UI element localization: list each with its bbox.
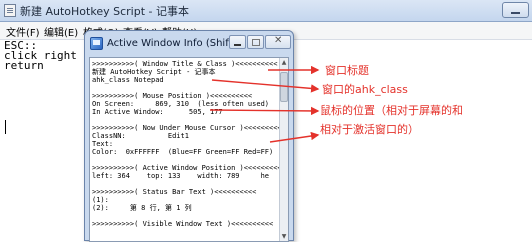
annotation-window-title: 窗口标题 xyxy=(325,64,369,77)
menu-file[interactable]: 文件(F) xyxy=(6,24,40,39)
awi-classnn-value: ClassNN: Edit1 xyxy=(92,132,189,140)
awi-section-window-position: >>>>>>>>>>( Active Window Position )<<<<… xyxy=(92,164,282,172)
awi-status-1: (1): xyxy=(92,196,109,204)
awi-text-area[interactable]: >>>>>>>>>>( Window Title & Class )<<<<<<… xyxy=(89,57,289,242)
awi-ahk-class-value: ahk_class Notepad xyxy=(92,76,164,84)
awi-color-value: Color: 0xFFFFFF (Blue=FF Green=FF Red=FF… xyxy=(92,148,274,156)
menu-edit[interactable]: 编辑(E) xyxy=(44,24,78,39)
awi-text-value: Text: xyxy=(92,140,114,148)
awi-position-value: left: 364 top: 133 width: 789 he xyxy=(92,172,270,180)
awi-close-button[interactable] xyxy=(265,35,291,49)
editor-line: return xyxy=(4,59,44,72)
awi-window-title-value: 新建 AutoHotkey Script - 记事本 xyxy=(92,68,216,76)
awi-status-2: (2): 第 8 行, 第 1 列 xyxy=(92,204,192,212)
annotation-ahk-class: 窗口的ahk_class xyxy=(322,83,408,96)
awi-in-active-window-value: In Active Window: 505, 177 xyxy=(92,108,223,116)
awi-section-visible-text: >>>>>>>>>>( Visible Window Text )<<<<<<<… xyxy=(92,220,274,228)
awi-title: Active Window Info (Shift-... xyxy=(107,38,246,49)
active-window-info-window[interactable]: Active Window Info (Shift-... >>>>>>>>>>… xyxy=(84,30,294,242)
text-caret xyxy=(5,120,6,134)
awi-section-under-cursor: >>>>>>>>>>( Now Under Mouse Cursor )<<<<… xyxy=(92,124,282,132)
annotation-mouse-position-1: 鼠标的位置（相对于屏幕的和 xyxy=(320,104,463,117)
awi-section-status-bar: >>>>>>>>>>( Status Bar Text )<<<<<<<<<< xyxy=(92,188,257,196)
notepad-title: 新建 AutoHotkey Script - 记事本 xyxy=(20,5,189,18)
window-spy-icon xyxy=(90,37,103,50)
notepad-icon xyxy=(4,4,16,17)
notepad-title-bar[interactable]: 新建 AutoHotkey Script - 记事本 xyxy=(0,0,532,22)
awi-section-window-title: >>>>>>>>>>( Window Title & Class )<<<<<<… xyxy=(92,60,278,68)
scroll-thumb[interactable] xyxy=(280,72,288,102)
awi-maximize-button[interactable] xyxy=(247,35,264,49)
scroll-down-icon[interactable]: ▼ xyxy=(280,232,288,241)
awi-section-mouse-position: >>>>>>>>>>( Mouse Position )<<<<<<<<<< xyxy=(92,92,253,100)
awi-minimize-button[interactable] xyxy=(229,35,246,49)
scroll-up-icon[interactable]: ▲ xyxy=(280,58,288,67)
annotation-mouse-position-2: 相对于激活窗口的） xyxy=(320,123,419,136)
notepad-minimize-button[interactable] xyxy=(502,2,529,18)
awi-on-screen-value: On Screen: 869, 310 (less often used) xyxy=(92,100,270,108)
awi-scrollbar[interactable]: ▲ ▼ xyxy=(279,58,288,241)
